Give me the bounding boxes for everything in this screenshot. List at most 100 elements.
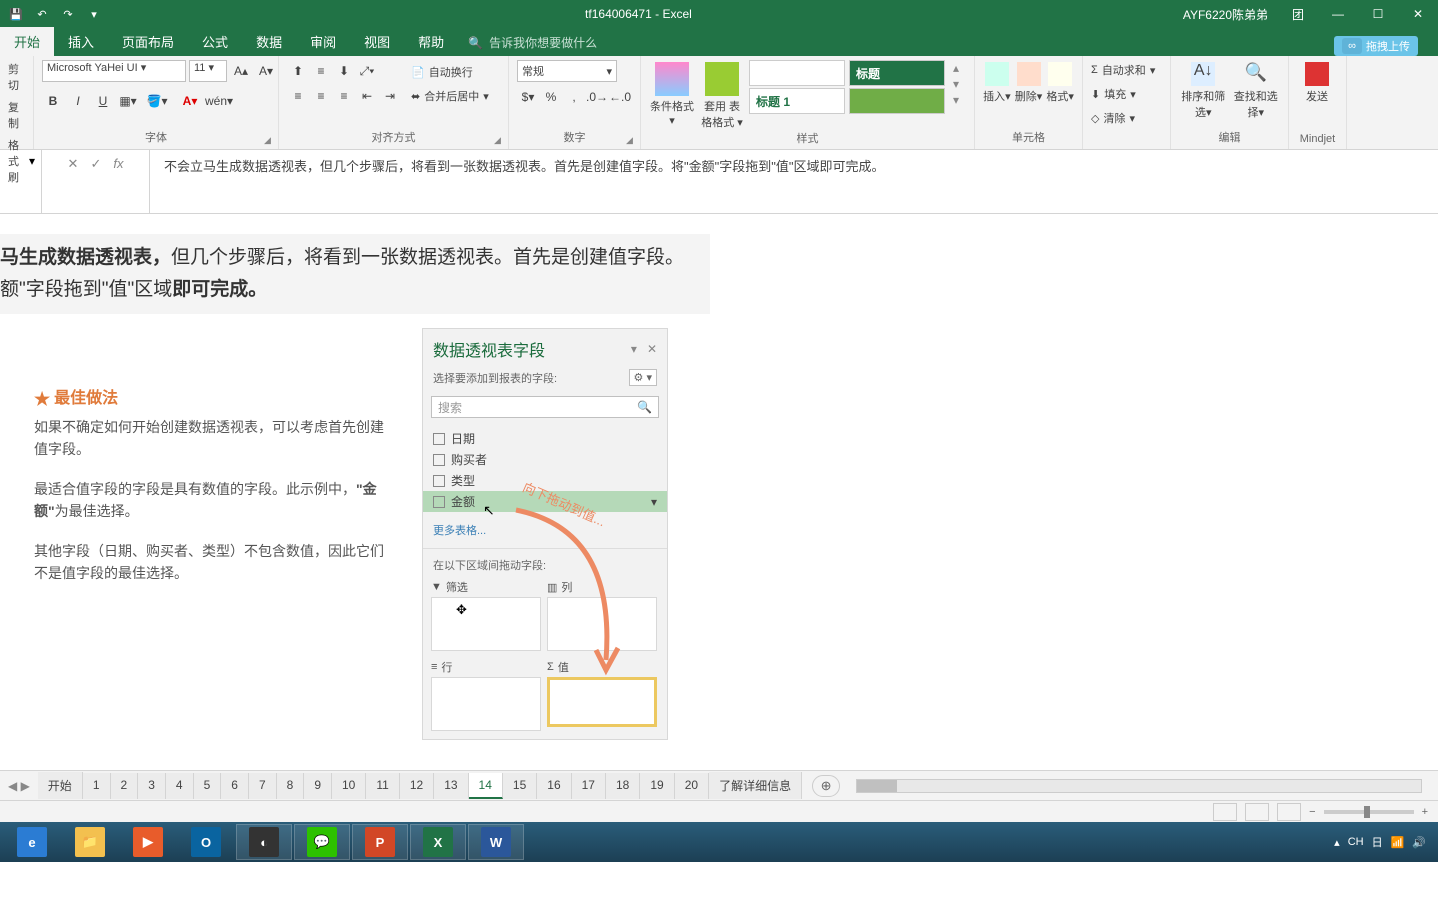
browser-button[interactable]: ◐ bbox=[236, 824, 292, 860]
zoom-slider[interactable] bbox=[1324, 810, 1414, 814]
drop-area-filters[interactable]: ▼筛选 bbox=[431, 577, 541, 651]
insert-cells-button[interactable]: 插入▾ bbox=[983, 60, 1011, 104]
page-layout-view-button[interactable] bbox=[1245, 803, 1269, 821]
cut-button[interactable]: 剪切 bbox=[8, 60, 25, 94]
ribbon-options-icon[interactable]: 团 bbox=[1278, 0, 1318, 28]
align-bottom-icon[interactable]: ⬇ bbox=[333, 60, 355, 82]
word-button[interactable]: W bbox=[468, 824, 524, 860]
style-cell-title[interactable]: 标题 bbox=[849, 60, 945, 86]
percent-icon[interactable]: % bbox=[540, 86, 562, 108]
sheet-tab-3[interactable]: 3 bbox=[138, 773, 166, 799]
sheet-tab-2[interactable]: 2 bbox=[111, 773, 139, 799]
sheet-tab-9[interactable]: 9 bbox=[304, 773, 332, 799]
ime-mode[interactable]: 日 bbox=[1372, 834, 1383, 850]
tab-help[interactable]: 帮助 bbox=[404, 27, 458, 56]
number-format-select[interactable]: 常规▾ bbox=[517, 60, 617, 82]
sheet-tab-13[interactable]: 13 bbox=[434, 773, 468, 799]
fx-icon[interactable]: fx bbox=[113, 156, 123, 171]
fill-color-button[interactable]: 🪣▾ bbox=[142, 90, 172, 112]
sheet-tab-1[interactable]: 1 bbox=[83, 773, 111, 799]
sheet-tab-20[interactable]: 20 bbox=[675, 773, 709, 799]
zoom-in-button[interactable]: + bbox=[1422, 806, 1428, 818]
sheet-tab-11[interactable]: 11 bbox=[366, 773, 399, 799]
currency-icon[interactable]: $▾ bbox=[517, 86, 539, 108]
style-cell-accent[interactable] bbox=[849, 88, 945, 114]
tray-up-icon[interactable]: ▴ bbox=[1334, 836, 1340, 849]
underline-button[interactable]: U bbox=[92, 90, 114, 112]
ie-button[interactable]: e bbox=[4, 824, 60, 860]
normal-view-button[interactable] bbox=[1213, 803, 1237, 821]
upload-badge[interactable]: ∞ 拖拽上传 bbox=[1334, 36, 1418, 56]
fill-button[interactable]: ⬇ 填充 ▾ bbox=[1091, 84, 1136, 104]
font-name-select[interactable]: Microsoft YaHei UI ▾ bbox=[42, 60, 186, 82]
field-buyer[interactable]: 购买者 bbox=[433, 449, 657, 470]
tab-nav-arrows[interactable]: ◀ ▶ bbox=[0, 779, 38, 793]
volume-icon[interactable]: 🔊 bbox=[1412, 836, 1426, 849]
field-dropdown-icon[interactable]: ▾ bbox=[651, 495, 657, 509]
autosum-button[interactable]: Σ 自动求和 ▾ bbox=[1091, 60, 1155, 80]
qat-customize-icon[interactable]: ▾ bbox=[84, 4, 104, 24]
sheet-tab-15[interactable]: 15 bbox=[503, 773, 537, 799]
more-tables-link[interactable]: 更多表格... bbox=[423, 518, 667, 548]
horizontal-scrollbar[interactable] bbox=[840, 779, 1438, 793]
style-cell-normal[interactable] bbox=[749, 60, 845, 86]
alignment-dialog-launcher[interactable]: ◢ bbox=[494, 135, 506, 147]
orientation-icon[interactable]: ⤢▾ bbox=[356, 60, 378, 82]
sheet-tab-7[interactable]: 7 bbox=[249, 773, 277, 799]
align-right-icon[interactable]: ≡ bbox=[333, 85, 355, 107]
sheet-tab-4[interactable]: 4 bbox=[166, 773, 194, 799]
decrease-font-icon[interactable]: A▾ bbox=[255, 60, 277, 82]
gallery-more-icon[interactable]: ▾ bbox=[949, 92, 963, 108]
phonetic-button[interactable]: wén▾ bbox=[208, 90, 230, 112]
gallery-down-icon[interactable]: ▾ bbox=[949, 76, 963, 92]
format-cells-button[interactable]: 格式▾ bbox=[1046, 60, 1074, 104]
sheet-tab-5[interactable]: 5 bbox=[194, 773, 222, 799]
excel-button[interactable]: X bbox=[410, 824, 466, 860]
merge-center-button[interactable]: ⬌ 合并后居中 ▾ bbox=[405, 84, 495, 108]
pivot-close-icon[interactable]: ✕ bbox=[647, 342, 657, 356]
delete-cells-button[interactable]: 删除▾ bbox=[1015, 60, 1043, 104]
tab-view[interactable]: 视图 bbox=[350, 27, 404, 56]
copy-button[interactable]: 复制 bbox=[8, 98, 25, 132]
find-select-button[interactable]: 🔍 查找和选择▾ bbox=[1232, 60, 1281, 120]
user-name[interactable]: AYF6220陈弟弟 bbox=[1173, 6, 1278, 23]
decrease-decimal-icon[interactable]: ←.0 bbox=[609, 86, 631, 108]
italic-button[interactable]: I bbox=[67, 90, 89, 112]
network-icon[interactable]: 📶 bbox=[1391, 836, 1405, 849]
decrease-indent-icon[interactable]: ⇤ bbox=[356, 85, 378, 107]
font-color-button[interactable]: A▾ bbox=[175, 90, 205, 112]
border-button[interactable]: ▦▾ bbox=[117, 90, 139, 112]
pivot-dropdown-icon[interactable]: ▾ bbox=[631, 342, 637, 356]
sheet-tab-10[interactable]: 10 bbox=[332, 773, 366, 799]
sheet-tab-19[interactable]: 19 bbox=[640, 773, 674, 799]
tab-data[interactable]: 数据 bbox=[242, 27, 296, 56]
sheet-tab-8[interactable]: 8 bbox=[277, 773, 305, 799]
drop-area-columns[interactable]: ▥列 bbox=[547, 577, 657, 651]
formula-input[interactable]: 不会立马生成数据透视表，但几个步骤后，将看到一张数据透视表。首先是创建值字段。将… bbox=[150, 150, 1438, 213]
sheet-tab-14[interactable]: 14 bbox=[469, 773, 503, 799]
font-dialog-launcher[interactable]: ◢ bbox=[264, 135, 276, 147]
sheet-tab-6[interactable]: 6 bbox=[221, 773, 249, 799]
tab-review[interactable]: 审阅 bbox=[296, 27, 350, 56]
sheet-tab-18[interactable]: 18 bbox=[606, 773, 640, 799]
gallery-up-icon[interactable]: ▴ bbox=[949, 60, 963, 76]
sort-filter-button[interactable]: A↓ 排序和筛选▾ bbox=[1179, 60, 1228, 120]
conditional-format-button[interactable]: 条件格式 ▾ bbox=[649, 60, 695, 127]
ime-indicator[interactable]: CH bbox=[1348, 836, 1364, 848]
increase-indent-icon[interactable]: ⇥ bbox=[379, 85, 401, 107]
clear-button[interactable]: ◇ 清除 ▾ bbox=[1091, 108, 1135, 128]
pivot-search-input[interactable]: 搜索 🔍 bbox=[431, 396, 659, 418]
undo-icon[interactable]: ↶ bbox=[32, 4, 52, 24]
mindjet-send-button[interactable]: 发送 bbox=[1297, 60, 1337, 104]
wechat-button[interactable]: 💬 bbox=[294, 824, 350, 860]
bold-button[interactable]: B bbox=[42, 90, 64, 112]
close-button[interactable]: ✕ bbox=[1398, 0, 1438, 28]
zoom-out-button[interactable]: − bbox=[1309, 806, 1315, 818]
number-dialog-launcher[interactable]: ◢ bbox=[626, 135, 638, 147]
redo-icon[interactable]: ↷ bbox=[58, 4, 78, 24]
tell-me-search[interactable]: 🔍 告诉我你想要做什么 bbox=[458, 29, 607, 56]
drop-area-rows[interactable]: ≡行 bbox=[431, 657, 541, 731]
save-icon[interactable]: 💾 bbox=[6, 4, 26, 24]
sheet-tab-16[interactable]: 16 bbox=[537, 773, 571, 799]
drop-area-values[interactable]: Σ值 bbox=[547, 657, 657, 731]
